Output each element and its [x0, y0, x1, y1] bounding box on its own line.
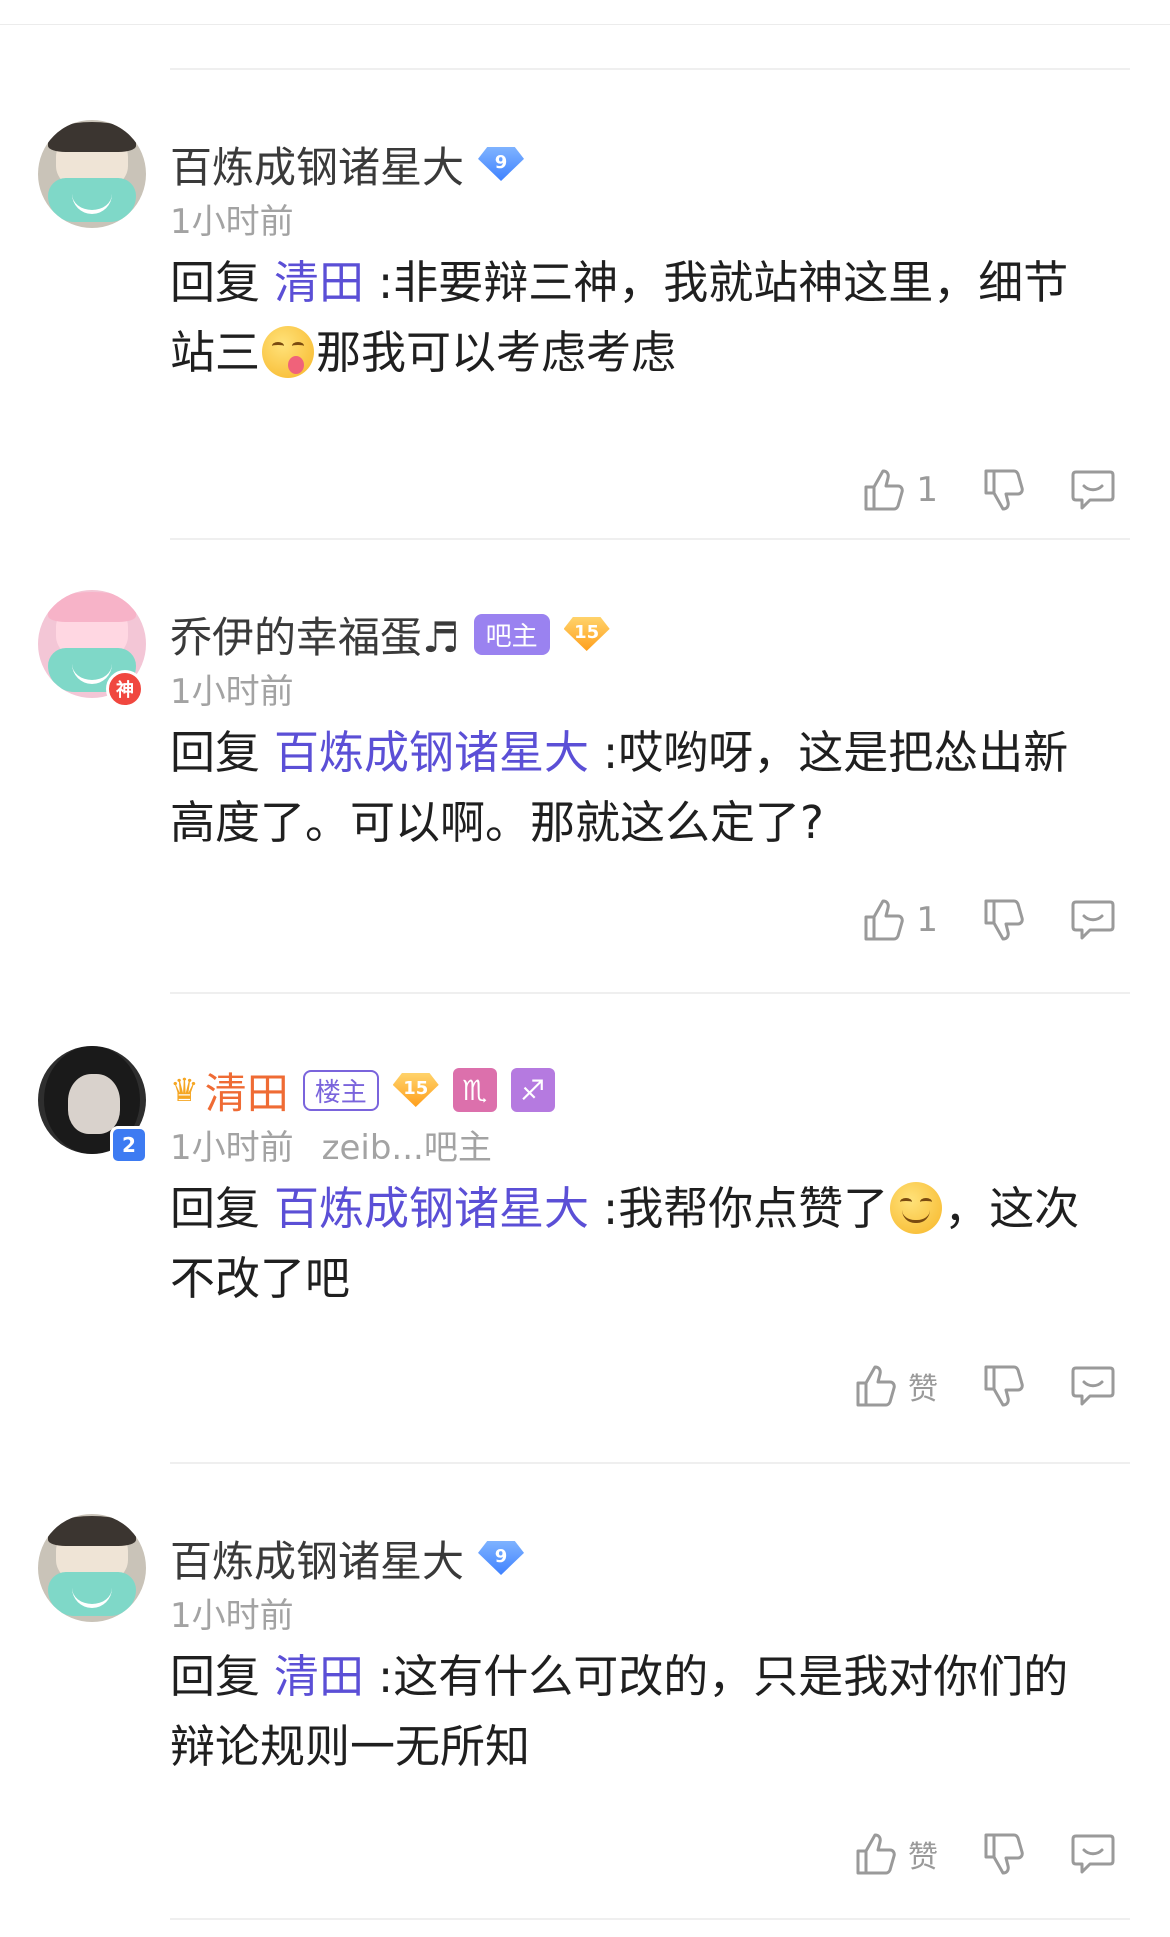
- level-number: 15: [403, 1077, 429, 1099]
- time-text: 1小时前: [170, 672, 294, 712]
- avatar[interactable]: [38, 1514, 146, 1622]
- timestamp: 1小时前 zeib...吧主: [170, 1120, 492, 1169]
- avatar[interactable]: [38, 120, 146, 228]
- like-count: 1: [916, 470, 938, 510]
- level-diamond-icon: 9: [478, 147, 524, 181]
- like-button[interactable]: 1: [862, 467, 938, 513]
- comment-body-end: 那我可以考虑考虑: [316, 326, 677, 379]
- reply-prefix: 回复: [170, 1650, 261, 1703]
- divider: [170, 1918, 1130, 1920]
- thumbs-up-icon: [854, 1363, 898, 1409]
- level-number: 9: [494, 1545, 508, 1567]
- like-count: 1: [916, 900, 938, 940]
- comment-bubble-icon: [1070, 1364, 1116, 1408]
- reply-to-user-link[interactable]: 清田: [274, 256, 364, 309]
- username[interactable]: 清田: [205, 1060, 289, 1121]
- action-bar: 赞: [854, 1824, 1116, 1884]
- level-number: 15: [574, 621, 600, 643]
- reply-to-user-link[interactable]: 百炼成钢诸星大: [274, 726, 589, 779]
- like-button[interactable]: 赞: [854, 1831, 938, 1877]
- thumbs-down-icon: [982, 1363, 1026, 1409]
- thumbs-down-icon: [982, 1831, 1026, 1877]
- action-bar: 1: [862, 460, 1116, 520]
- level-diamond-icon: 9: [478, 1541, 524, 1575]
- comment-bubble-icon: [1070, 1832, 1116, 1876]
- timestamp: 1小时前: [170, 194, 294, 243]
- tongue-emoji-icon: [262, 326, 315, 378]
- action-bar: 赞: [854, 1356, 1116, 1416]
- reply-prefix: 回复: [170, 256, 261, 309]
- reply-prefix: 回复: [170, 726, 261, 779]
- reply-button[interactable]: [1070, 1832, 1116, 1876]
- reply-button[interactable]: [1070, 898, 1116, 942]
- action-bar: 1: [862, 890, 1116, 950]
- username[interactable]: 百炼成钢诸星大: [170, 134, 464, 195]
- user-info-row: ♛ 清田 楼主 15 ♏ ♐: [170, 1062, 555, 1118]
- username[interactable]: 百炼成钢诸星大: [170, 1528, 464, 1589]
- god-badge-icon: 神: [106, 670, 144, 708]
- bar-owner-tag: 吧主: [473, 613, 550, 655]
- dislike-button[interactable]: [982, 1363, 1026, 1409]
- thumbs-up-icon: [862, 467, 906, 513]
- user-info-row: 百炼成钢诸星大 9: [170, 136, 524, 192]
- dislike-button[interactable]: [982, 467, 1026, 513]
- level-diamond-icon: 15: [564, 617, 610, 651]
- dislike-button[interactable]: [982, 1831, 1026, 1877]
- timestamp: 1小时前: [170, 664, 294, 713]
- smug-emoji-icon: [890, 1182, 943, 1234]
- comment-item: 神 乔伊的幸福蛋♬ 吧主 15 1小时前 回复 百炼成钢诸星大:哎哟呀，这是把怂出…: [0, 540, 1170, 1000]
- comment-item: 百炼成钢诸星大 9 1小时前 回复 清田:非要辩三神，我就站神这里，细节站三 那我可…: [0, 70, 1170, 530]
- top-divider: [0, 24, 1170, 25]
- username[interactable]: 乔伊的幸福蛋♬: [170, 604, 460, 665]
- source-text: zeib...吧主: [321, 1128, 492, 1168]
- user-info-row: 乔伊的幸福蛋♬ 吧主 15: [170, 606, 610, 662]
- like-label: 赞: [908, 1372, 938, 1407]
- reply-prefix: 回复: [170, 1182, 261, 1235]
- thread-owner-tag: 楼主: [302, 1069, 379, 1111]
- crown-icon: ♛: [170, 1071, 199, 1109]
- timestamp: 1小时前: [170, 1588, 294, 1637]
- time-text: 1小时前: [170, 1128, 294, 1168]
- time-text: 1小时前: [170, 202, 294, 242]
- comment-text[interactable]: 回复 清田:非要辩三神，我就站神这里，细节站三 那我可以考虑考虑: [170, 248, 1100, 388]
- thumbs-up-icon: [862, 897, 906, 943]
- comment-text[interactable]: 回复 百炼成钢诸星大:我帮你点赞了 ，这次不改了吧: [170, 1174, 1100, 1314]
- comment-bubble-icon: [1070, 468, 1116, 512]
- like-button[interactable]: 赞: [854, 1363, 938, 1409]
- comment-item: 百炼成钢诸星大 9 1小时前 回复 清田:这有什么可改的，只是我对你们的辩论规则一…: [0, 1464, 1170, 1924]
- reply-button[interactable]: [1070, 1364, 1116, 1408]
- like-label: 赞: [908, 1840, 938, 1875]
- level-number: 9: [494, 151, 508, 173]
- sagittarius-icon: ♐: [510, 1068, 555, 1112]
- thumbs-up-icon: [854, 1831, 898, 1877]
- scorpio-icon: ♏: [452, 1068, 497, 1112]
- like-button[interactable]: 1: [862, 897, 938, 943]
- comment-item: 2 ♛ 清田 楼主 15 ♏ ♐ 1小时前 zeib...吧主 回复 百炼成钢诸星大…: [0, 996, 1170, 1456]
- comment-text[interactable]: 回复 清田:这有什么可改的，只是我对你们的辩论规则一无所知: [170, 1642, 1100, 1782]
- thumbs-down-icon: [982, 897, 1026, 943]
- comment-text[interactable]: 回复 百炼成钢诸星大:哎哟呀，这是把怂出新高度了。可以啊。那就这么定了?: [170, 718, 1100, 858]
- dislike-button[interactable]: [982, 897, 1026, 943]
- thumbs-down-icon: [982, 467, 1026, 513]
- divider: [170, 992, 1130, 994]
- rank-badge-icon: 2: [110, 1126, 148, 1164]
- level-diamond-icon: 15: [393, 1073, 439, 1107]
- comment-bubble-icon: [1070, 898, 1116, 942]
- time-text: 1小时前: [170, 1596, 294, 1636]
- comment-body: :我帮你点赞了: [603, 1182, 889, 1235]
- reply-button[interactable]: [1070, 468, 1116, 512]
- reply-to-user-link[interactable]: 百炼成钢诸星大: [274, 1182, 589, 1235]
- user-info-row: 百炼成钢诸星大 9: [170, 1530, 524, 1586]
- reply-to-user-link[interactable]: 清田: [274, 1650, 364, 1703]
